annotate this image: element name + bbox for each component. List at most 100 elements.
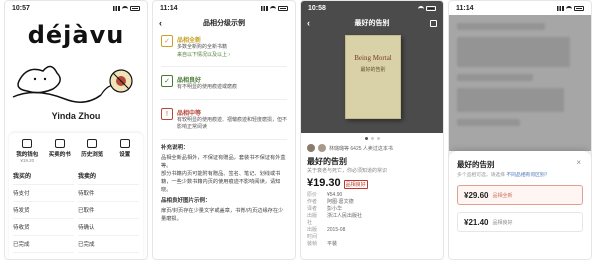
close-icon[interactable]: × <box>576 158 581 167</box>
meta-key: 译者 <box>307 206 318 212</box>
list-item-label: 待发货 <box>13 208 30 214</box>
list-item[interactable]: 已完成 <box>13 236 74 253</box>
grade-option-new[interactable]: ¥29.60 品相全新 <box>457 185 583 205</box>
list-item[interactable]: 已取件 <box>78 202 139 219</box>
note-text: 部分书籍内页可能附有赠品、签名、笔记、划线或书籍，一些少数书籍内页的使用痕迹不影… <box>161 171 281 193</box>
cover-area: ‹ 最好的告别 Being Mortal 最好的告别 <box>301 15 443 133</box>
illustration <box>5 51 147 109</box>
grade-name: 品相全新 <box>177 38 202 44</box>
meta-row: 译者 彭小华 <box>307 206 437 213</box>
page-title: 最好的告别 <box>354 20 390 27</box>
meta-value: 阿图·葛文德 <box>327 199 354 205</box>
list-item[interactable]: 待收货 <box>13 219 74 236</box>
grade-link[interactable]: 来自以下情况以及以上 › <box>177 51 230 58</box>
meta-value: 2015-08 <box>327 227 346 233</box>
grade-example-screen: 11:14 ‹ 品相分级示例 ✓ 品相全新 多数全新购的全新书籍 来自以下情况以… <box>152 0 296 260</box>
book-subtitle: 关于衰老与死亡，你必须知道的常识 <box>307 168 388 174</box>
settings-button[interactable]: 设置 <box>109 139 141 163</box>
signal-icon <box>261 5 268 11</box>
meta-key: 出版社 <box>307 213 318 226</box>
seller-row[interactable]: 林璐璐等 6425 人卖过这本书 <box>301 144 443 152</box>
meta-row: 原价 ¥54.90 <box>307 192 437 199</box>
book-cover: Being Mortal 最好的告别 <box>345 35 401 119</box>
list-item[interactable]: 待发货 <box>13 202 74 219</box>
avatar <box>318 144 326 152</box>
wifi-icon <box>566 5 572 11</box>
list-item-label: 待确认 <box>78 225 95 231</box>
grade-row-good: ✓ 品相良好 有不明显的使用痕迹或磨痕 <box>153 71 295 95</box>
option-grade: 品相良好 <box>492 219 513 226</box>
share-icon[interactable] <box>430 19 437 27</box>
price-value: ¥19.30 <box>307 177 341 189</box>
check-icon: ✓ <box>161 75 173 87</box>
condition-badge: 品相良好 <box>343 180 368 189</box>
meta-value: 彭小华 <box>327 206 343 212</box>
status-bar: 11:14 <box>449 1 591 15</box>
wallet-balance: ¥19.20 <box>20 158 35 163</box>
cat-illustration-icon <box>12 65 133 103</box>
history-button[interactable]: 历史浏览 <box>76 139 108 163</box>
book-detail-screen: 10:58 ‹ 最好的告别 Being Mortal 最好的告别 林璐璐等 64… <box>300 0 444 260</box>
sold-list: 我卖的 待取件 已取件 待确认 已完成 <box>78 169 139 253</box>
meta-key: 出版时间 <box>307 227 318 240</box>
list-item[interactable]: 待确认 <box>78 219 139 236</box>
divider <box>161 99 287 100</box>
list-item[interactable]: 待支付 <box>13 185 74 202</box>
settings-label: 设置 <box>119 152 131 158</box>
profile-screen: 10:57 déjàvu Yinda Zhou 我的钱包 ¥19.20 买卖的书 <box>4 0 148 260</box>
status-bar: 11:14 <box>153 1 295 15</box>
carousel-dot <box>376 137 380 140</box>
books-button[interactable]: 买卖的书 <box>44 139 76 163</box>
option-price: ¥21.40 <box>464 217 489 227</box>
status-time: 11:14 <box>160 4 178 12</box>
wallet-label: 我的钱包 <box>16 152 39 158</box>
status-time: 10:57 <box>12 4 30 12</box>
alert-icon: ! <box>161 108 173 120</box>
wallet-button[interactable]: 我的钱包 ¥19.20 <box>11 139 43 163</box>
grade-option-good[interactable]: ¥21.40 品相良好 <box>457 212 583 232</box>
section-title: 品相良好图片示例： <box>161 198 211 204</box>
page-title: 品相分级示例 <box>203 20 245 27</box>
list-item-label: 待支付 <box>13 191 30 197</box>
dim-overlay[interactable] <box>449 15 591 151</box>
meta-value: 平装 <box>327 241 338 247</box>
back-icon[interactable]: ‹ <box>307 18 310 28</box>
wifi-icon <box>122 5 128 11</box>
grade-row-medium: ! 品相中等 有较明显的使用痕迹、褶皱痕迹和轻度磨损，但不影响正常阅读 <box>153 104 295 135</box>
carousel-dot <box>370 137 374 140</box>
grade-desc: 有不明显的使用痕迹或磨痕 <box>177 84 238 90</box>
list-item-label: 已完成 <box>78 242 95 248</box>
grade-desc: 多数全新购的全新书籍 <box>177 44 228 50</box>
meta-row: 作者 阿图·葛文德 <box>307 199 437 206</box>
status-bar: 10:58 <box>301 1 443 15</box>
seller-text: 林璐璐等 6425 人卖过这本书 <box>329 145 393 152</box>
list-item[interactable]: 已完成 <box>78 236 139 253</box>
note-title: 补充说明： <box>161 145 189 151</box>
back-icon[interactable]: ‹ <box>159 18 162 28</box>
list-item[interactable]: 待取件 <box>78 185 139 202</box>
list-item-label: 已取件 <box>78 208 95 214</box>
meta-row: 出版社 浙江人民出版社 <box>307 213 437 227</box>
battery-icon <box>130 5 140 11</box>
sheet-subtitle: 多个品相可选，请选择 不同品相有何区别？ <box>457 171 583 178</box>
status-bar: 10:57 <box>5 1 147 15</box>
sold-header: 我卖的 <box>78 169 139 185</box>
meta-row: 装帧 平装 <box>307 241 437 248</box>
books-label: 买卖的书 <box>48 152 71 158</box>
bought-header: 我买的 <box>13 169 74 185</box>
book-title: 最好的告别 <box>307 157 347 166</box>
status-time: 10:58 <box>308 4 326 12</box>
cover-subtitle: 最好的告别 <box>360 67 386 73</box>
status-time: 11:14 <box>456 4 474 12</box>
username: Yinda Zhou <box>51 111 101 121</box>
history-icon <box>87 139 98 148</box>
signal-icon <box>113 5 120 11</box>
list-item-label: 待取件 <box>78 191 95 197</box>
book-meta: 原价 ¥54.90 作者 阿图·葛文德 译者 彭小华 出版社 浙江人民出版社 出版时间 2… <box>301 192 443 248</box>
profile-card: 我的钱包 ¥19.20 买卖的书 历史浏览 设置 我买的 待支付 待发货 待收货 <box>9 133 143 259</box>
option-grade: 品相全新 <box>492 192 513 199</box>
check-icon: ✓ <box>161 35 173 47</box>
history-label: 历史浏览 <box>81 152 104 158</box>
cover-title: Being Mortal <box>354 54 392 62</box>
grade-difference-link[interactable]: 不同品相有何区别？ <box>506 173 549 178</box>
